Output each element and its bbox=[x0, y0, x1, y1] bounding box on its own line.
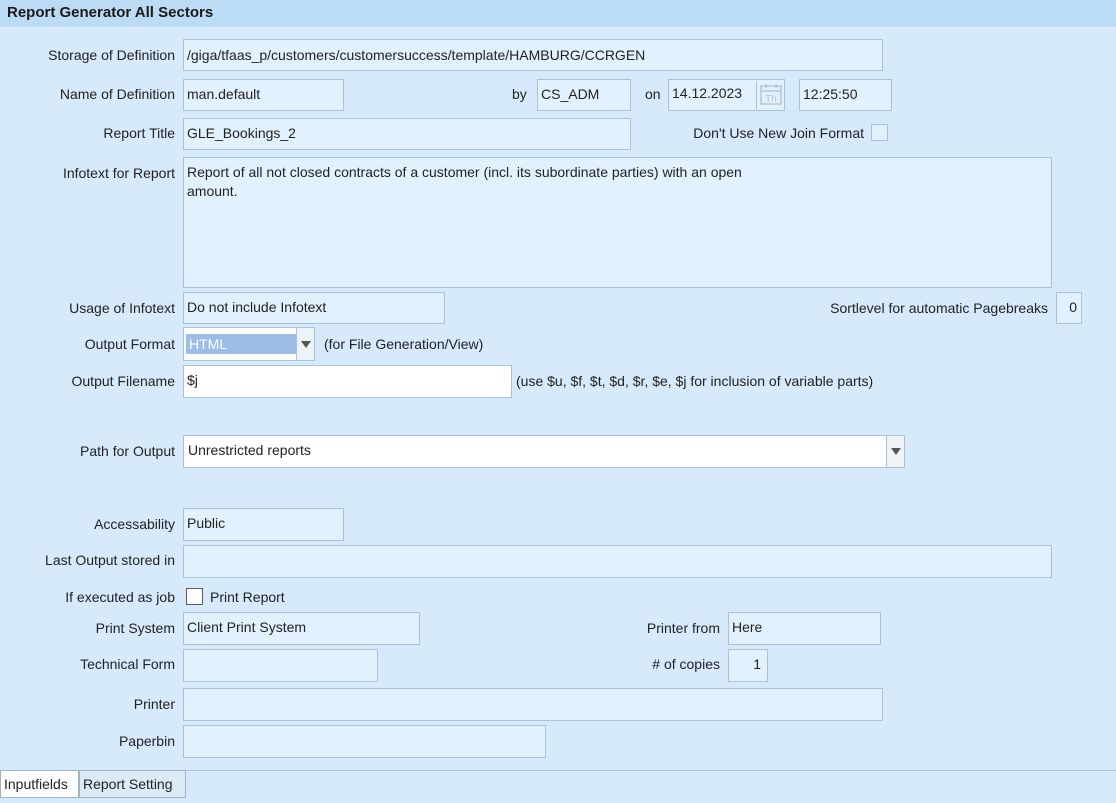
path-select[interactable]: Unrestricted reports bbox=[183, 435, 905, 468]
access-field[interactable]: Public bbox=[183, 508, 344, 541]
usage-label: Usage of Infotext bbox=[69, 300, 175, 316]
chevron-down-icon[interactable] bbox=[296, 328, 314, 360]
output-filename-field[interactable]: $j bbox=[183, 365, 512, 398]
printer-field[interactable] bbox=[183, 688, 883, 721]
join-format-checkbox[interactable] bbox=[871, 124, 888, 141]
path-value: Unrestricted reports bbox=[188, 442, 311, 458]
window-title-bar: Report Generator All Sectors bbox=[0, 0, 1116, 27]
calendar-icon[interactable]: Th bbox=[756, 81, 784, 109]
date-value: 14.12.2023 bbox=[672, 85, 743, 101]
path-label: Path for Output bbox=[80, 443, 175, 459]
by-field[interactable]: CS_ADM bbox=[537, 79, 631, 111]
print-system-field[interactable]: Client Print System bbox=[183, 612, 420, 645]
sortlevel-label: Sortlevel for automatic Pagebreaks bbox=[830, 300, 1048, 316]
date-field[interactable]: 14.12.2023 Th bbox=[668, 79, 785, 111]
name-field[interactable]: man.default bbox=[183, 79, 344, 111]
print-report-checkbox[interactable] bbox=[186, 588, 203, 605]
tab-report-setting[interactable]: Report Setting bbox=[79, 770, 186, 798]
printer-from-field[interactable]: Here bbox=[728, 612, 881, 645]
output-filename-hint: (use $u, $f, $t, $d, $r, $e, $j for incl… bbox=[516, 373, 874, 389]
technical-form-label: Technical Form bbox=[80, 656, 175, 672]
output-format-hint: (for File Generation/View) bbox=[324, 336, 484, 352]
join-label: Don't Use New Join Format bbox=[693, 125, 864, 141]
name-label: Name of Definition bbox=[59, 86, 175, 102]
job-label: If executed as job bbox=[65, 589, 175, 605]
chevron-down-icon[interactable] bbox=[886, 436, 904, 467]
title-label: Report Title bbox=[103, 125, 175, 141]
sortlevel-field[interactable]: 0 bbox=[1056, 292, 1082, 324]
infotext-label: Infotext for Report bbox=[62, 165, 175, 181]
output-filename-label: Output Filename bbox=[71, 373, 176, 389]
usage-field[interactable]: Do not include Infotext bbox=[183, 292, 445, 324]
by-label: by bbox=[512, 86, 527, 102]
time-field[interactable]: 12:25:50 bbox=[799, 79, 892, 111]
print-system-label: Print System bbox=[95, 620, 175, 636]
access-label: Accessability bbox=[94, 516, 175, 532]
technical-form-field[interactable] bbox=[183, 649, 378, 682]
calendar-icon-text: Th bbox=[765, 94, 777, 105]
print-report-label: Print Report bbox=[210, 589, 285, 605]
on-label: on bbox=[645, 86, 661, 102]
printer-label: Printer bbox=[133, 696, 175, 712]
output-format-label: Output Format bbox=[84, 336, 175, 352]
paperbin-label: Paperbin bbox=[118, 733, 175, 749]
paperbin-field[interactable] bbox=[183, 725, 546, 758]
window-title: Report Generator All Sectors bbox=[7, 4, 214, 21]
output-format-select[interactable]: HTML bbox=[183, 327, 315, 361]
output-format-value: HTML bbox=[186, 334, 296, 354]
copies-field[interactable]: 1 bbox=[728, 649, 768, 682]
storage-field[interactable]: /giga/tfaas_p/customers/customersuccess/… bbox=[183, 39, 883, 71]
printer-from-label: Printer from bbox=[646, 620, 720, 636]
storage-label: Storage of Definition bbox=[48, 47, 175, 63]
tab-inputfields[interactable]: Inputfields bbox=[0, 770, 79, 798]
copies-label: # of copies bbox=[652, 656, 720, 672]
title-field[interactable]: GLE_Bookings_2 bbox=[183, 118, 631, 150]
infotext-field[interactable]: Report of all not closed contracts of a … bbox=[183, 157, 1052, 288]
last-output-field[interactable] bbox=[183, 545, 1052, 578]
last-output-label: Last Output stored in bbox=[45, 552, 175, 568]
